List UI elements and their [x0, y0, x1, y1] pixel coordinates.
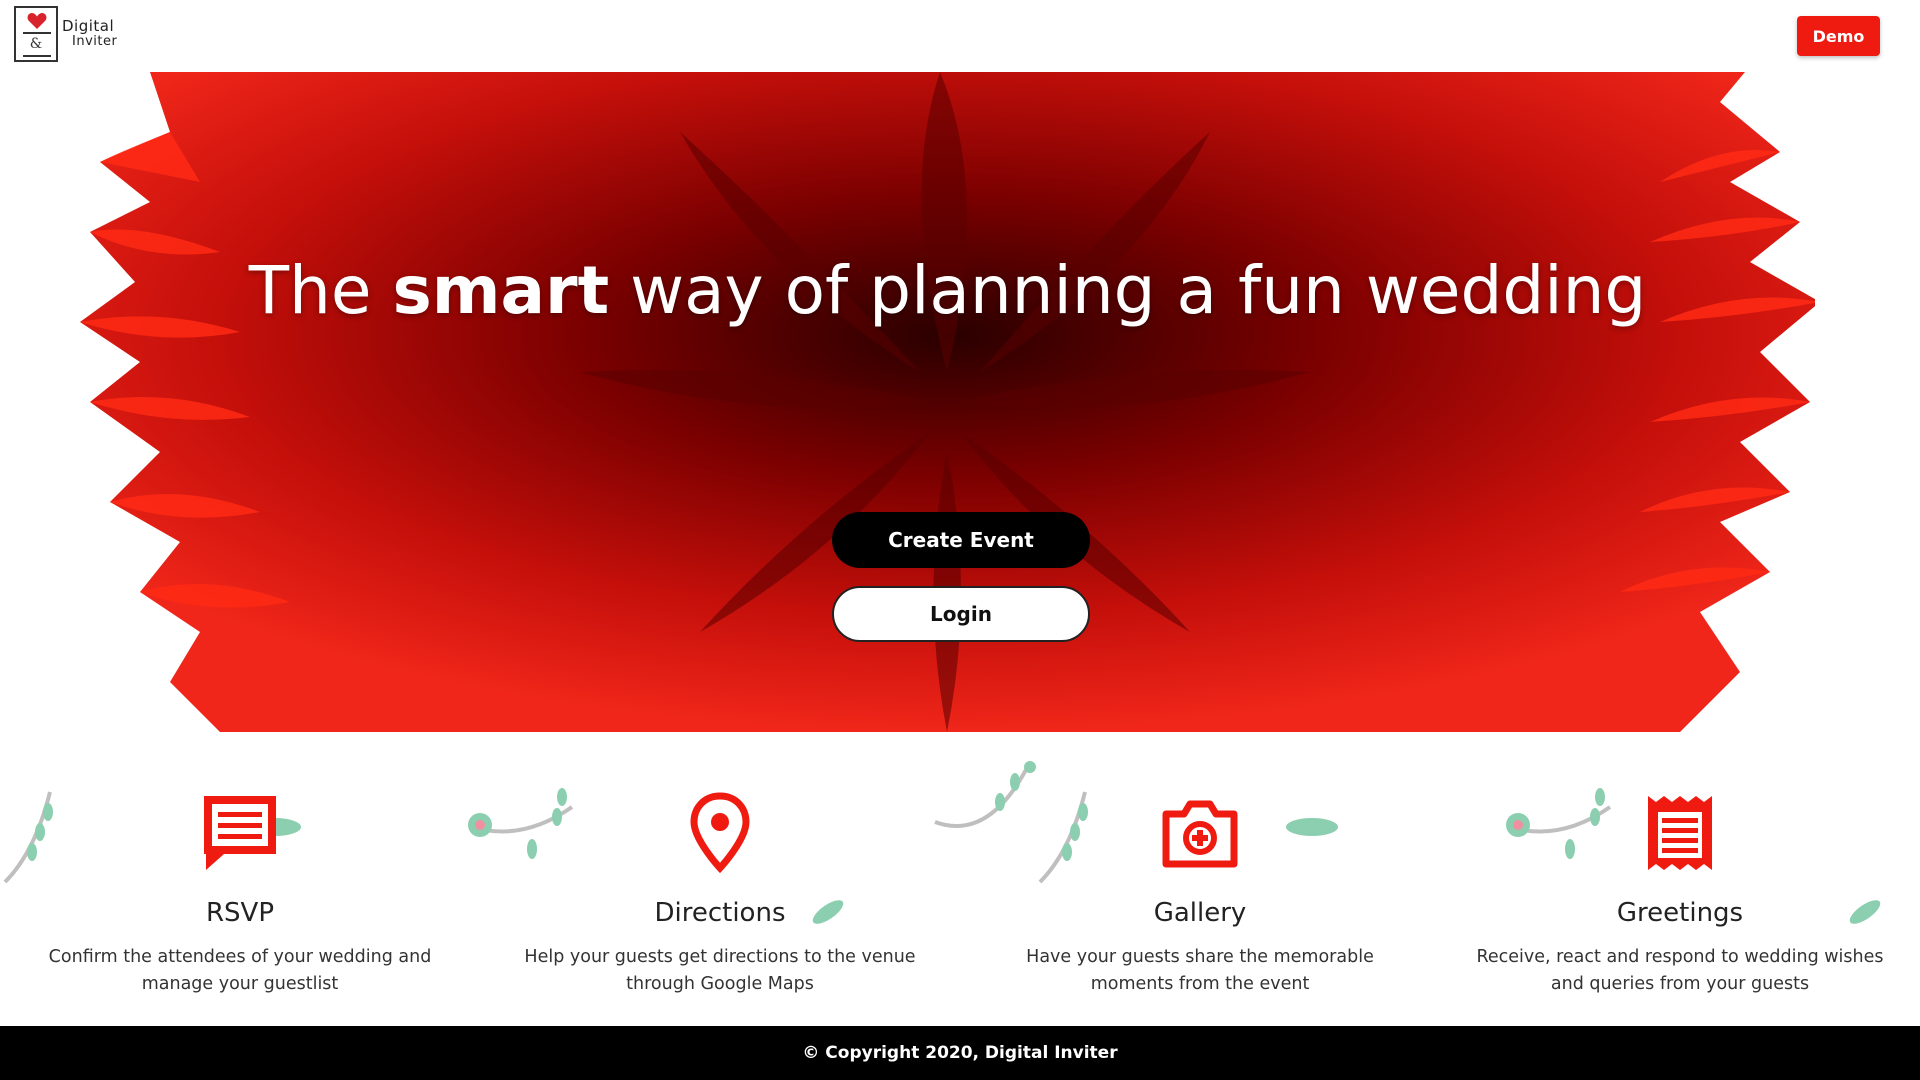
create-event-button[interactable]: Create Event: [832, 512, 1090, 568]
hero-title-end: way of planning a fun wedding: [609, 252, 1647, 329]
chat-icon: [204, 796, 276, 870]
feature-description: Help your guests get directions to the v…: [524, 947, 916, 994]
logo-text: Digital Inviter: [62, 17, 118, 50]
hero-title: The smart way of planning a fun wedding: [80, 250, 1815, 332]
logo-ampersand: &: [29, 36, 43, 52]
feature-description: Have your guests share the memorable mom…: [1026, 947, 1374, 994]
feature-title: Gallery: [1153, 898, 1247, 928]
features-section: RSVP Confirm the attendees of your weddi…: [0, 732, 1920, 1026]
demo-button[interactable]: Demo: [1797, 16, 1880, 56]
hero-banner: The smart way of planning a fun wedding …: [80, 72, 1815, 732]
feature-greetings: Greetings Receive, react and respond to …: [1470, 792, 1890, 998]
footer: © Copyright 2020, Digital Inviter: [0, 1026, 1920, 1080]
feature-directions: Directions Help your guests get directio…: [510, 792, 930, 998]
receipt-icon: [1648, 796, 1712, 870]
logo[interactable]: & Digital Inviter: [14, 6, 117, 62]
hero-title-start: The: [248, 252, 393, 329]
logo-text-line1: Digital: [62, 17, 115, 35]
feature-title: Greetings: [1616, 898, 1744, 928]
map-pin-icon: [690, 792, 750, 874]
feature-description: Receive, react and respond to wedding wi…: [1476, 947, 1884, 994]
feature-description: Confirm the attendees of your wedding an…: [48, 947, 432, 994]
logo-text-line2: Inviter: [72, 34, 118, 49]
header: & Digital Inviter Demo: [0, 0, 1920, 72]
copyright-text: © Copyright 2020, Digital Inviter: [802, 1043, 1118, 1063]
feature-title: Directions: [654, 898, 786, 928]
feature-rsvp: RSVP Confirm the attendees of your weddi…: [30, 792, 450, 998]
heart-icon: [27, 13, 47, 29]
hero-title-bold: smart: [392, 252, 610, 329]
feature-gallery: Gallery Have your guests share the memor…: [990, 792, 1410, 998]
login-button[interactable]: Login: [832, 586, 1090, 642]
camera-icon: [1162, 800, 1238, 868]
logo-mark: &: [14, 6, 58, 62]
feature-title: RSVP: [205, 898, 275, 928]
